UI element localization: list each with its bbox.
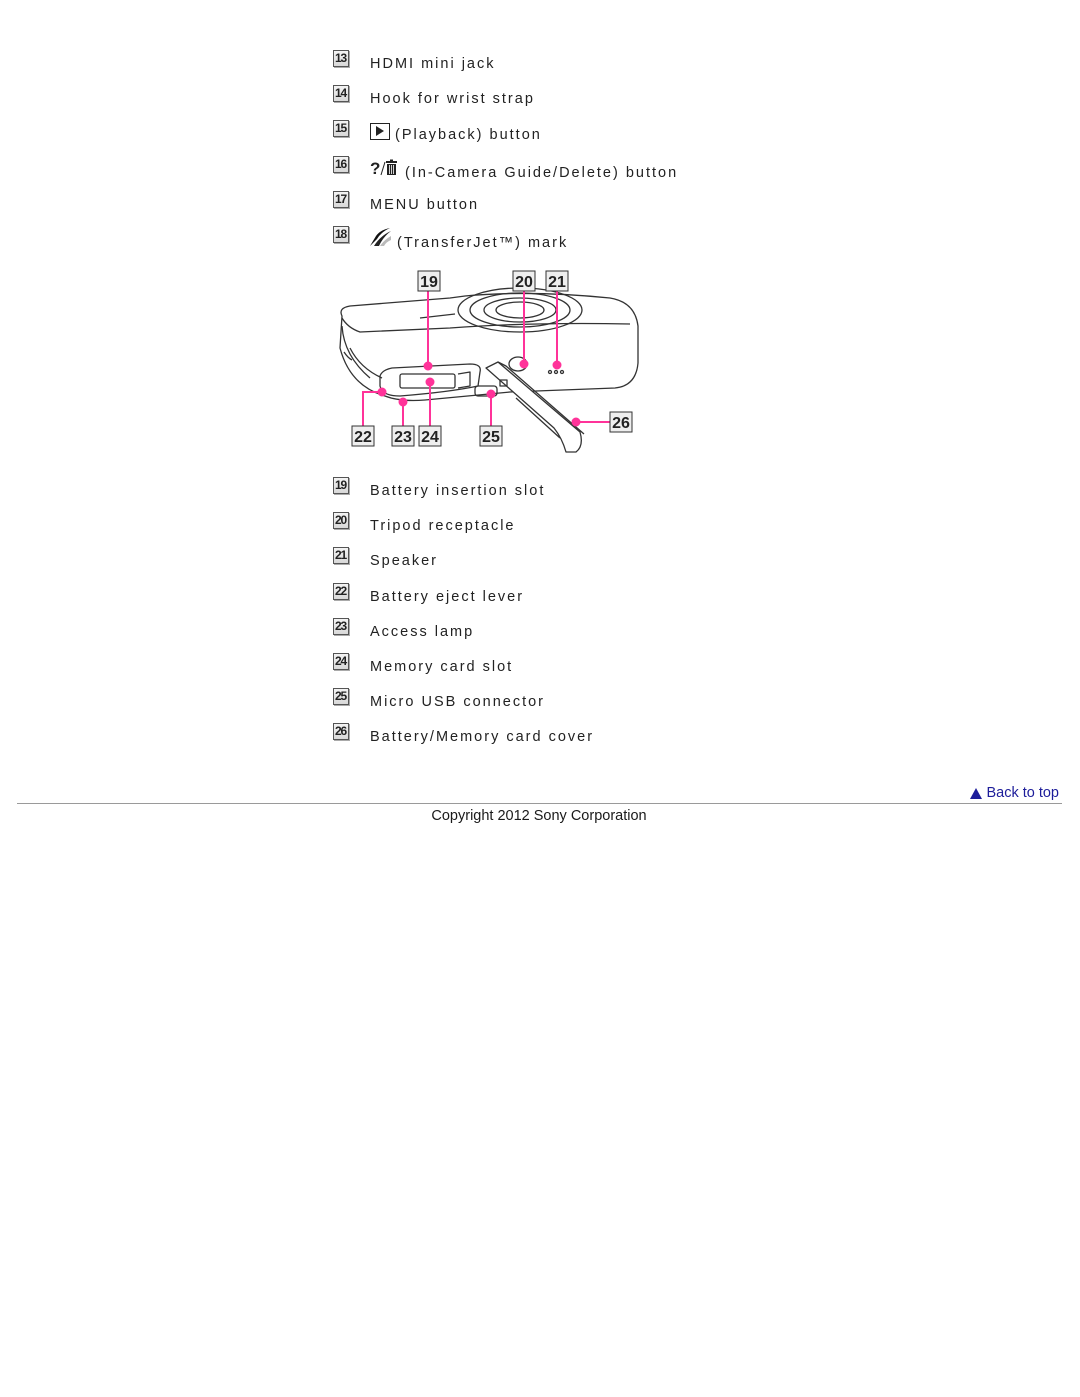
footer-divider [17,803,1062,804]
svg-text:26: 26 [612,415,630,432]
list-item: 13 HDMI mini jack [333,50,493,85]
back-to-top-link[interactable]: Back to top [970,785,1059,801]
item-label: (Playback) button [395,126,542,143]
number-badge: 17 [333,190,349,208]
svg-text:?: ? [370,159,382,177]
callout-25: 25 [479,425,503,447]
playback-icon [370,123,390,141]
item-label: Access lamp [370,623,475,640]
help-delete-icon: ? [370,159,400,181]
number-badge: 14 [333,85,349,103]
svg-text:20: 20 [515,274,533,291]
list-item: 24 Memory card slot [333,652,511,688]
svg-text:21: 21 [548,274,566,291]
list-item: 23 Access lamp [333,617,472,653]
item-label: Micro USB connector [370,694,545,711]
number-badge: 22 [333,582,349,600]
callout-21: 21 [545,270,569,292]
callout-24: 24 [418,425,442,447]
callout-23: 23 [391,425,415,447]
list-item: 20 Tripod receptacle [333,512,514,547]
number-badge: 26 [333,723,349,741]
item-label: Speaker [370,553,439,570]
number-badge: 15 [333,120,349,138]
number-badge: 20 [333,512,349,530]
item-label: Battery insertion slot [370,483,546,499]
back-to-top-label: Back to top [986,785,1059,801]
item-label: Battery/Memory card cover [370,729,595,746]
svg-text:23: 23 [394,429,412,446]
item-label: MENU button [370,196,480,213]
callout-19: 19 [417,270,441,292]
up-triangle-icon [970,787,983,799]
svg-text:24: 24 [421,429,439,446]
item-label: Battery eject lever [370,588,525,605]
list-item: 14 Hook for wrist strap [333,85,533,120]
list-item: 25 Micro USB connector [333,688,543,723]
list-item: 16 ? (In-Camera Guide/Delete) button [333,155,676,191]
camera-bottom-illustration: 19 20 21 22 23 24 25 26 [330,268,650,460]
item-label: Tripod receptacle [370,518,516,535]
number-badge: 13 [333,50,349,67]
svg-text:25: 25 [482,429,500,446]
svg-text:19: 19 [420,274,438,291]
item-label: Hook for wrist strap [370,91,535,108]
svg-text:22: 22 [354,429,372,446]
number-badge: 16 [333,155,349,173]
list-item: 21 Speaker [333,547,436,582]
callout-26: 26 [609,411,633,433]
camera-body-outline [339,292,639,402]
number-badge: 19 [333,477,349,494]
number-badge: 21 [333,547,349,565]
item-label: (TransferJet™) mark [397,234,569,251]
number-badge: 18 [333,225,349,243]
list-item: 15 (Playback) button [333,120,540,155]
parts-list-top: 13 HDMI mini jack 14 Hook for wrist stra… [333,50,676,261]
item-label: Memory card slot [370,658,514,675]
list-item: 17 MENU button [333,190,477,226]
list-item: 19 Battery insertion slot [333,477,543,512]
item-label: (In-Camera Guide/Delete) button [405,164,679,181]
item-label: HDMI mini jack [370,56,496,72]
copyright-text: Copyright 2012 Sony Corporation [431,808,647,824]
callout-20: 20 [512,270,536,292]
list-item: 22 Battery eject lever [333,582,522,618]
callout-22: 22 [351,425,375,447]
transferjet-icon [370,227,392,250]
camera-diagram: 19 20 21 22 23 24 25 26 [339,270,639,453]
number-badge: 23 [333,617,349,635]
list-item: 26 Battery/Memory card cover [333,723,592,758]
list-item: 18 (TransferJet™) mark [333,225,566,261]
number-badge: 25 [333,688,349,706]
parts-list-bottom: 19 Battery insertion slot 20 Tripod rece… [333,477,592,759]
number-badge: 24 [333,652,349,670]
